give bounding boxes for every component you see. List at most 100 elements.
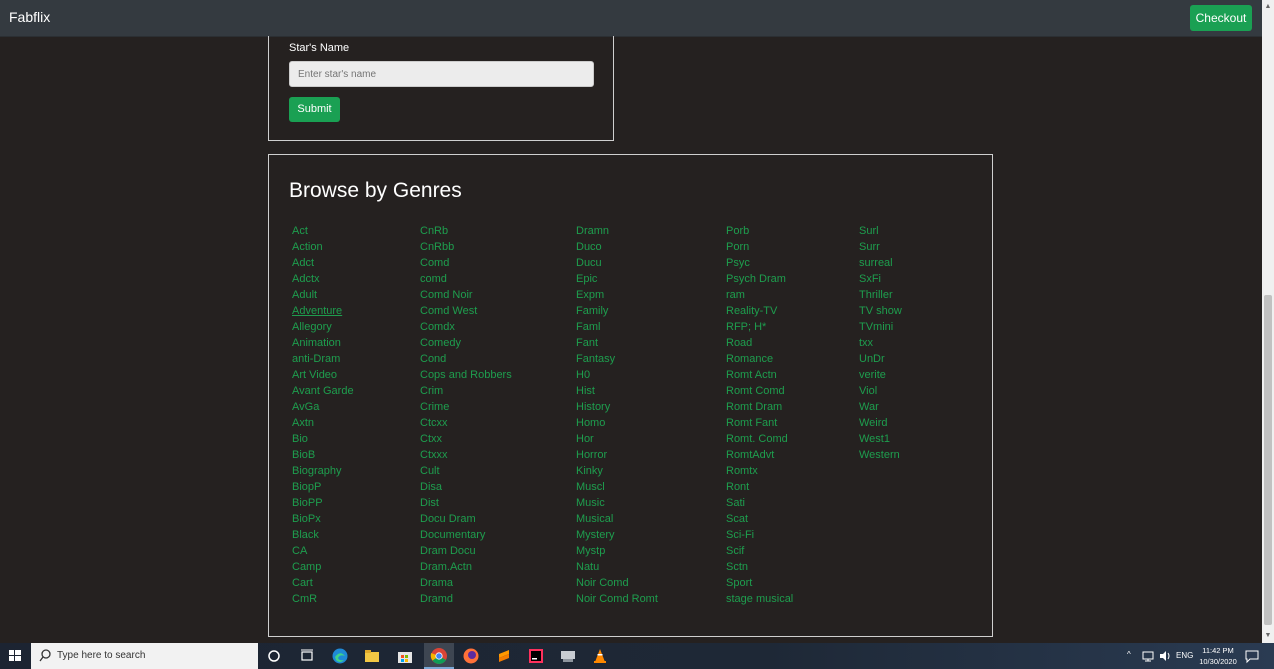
genre-link[interactable]: Adct [292, 255, 354, 271]
language-indicator[interactable]: ENG [1176, 651, 1193, 669]
genre-link[interactable]: Hist [576, 383, 658, 399]
edge-icon[interactable] [330, 646, 350, 666]
genre-link[interactable]: Noir Comd [576, 575, 658, 591]
genre-link[interactable]: BiopP [292, 479, 354, 495]
genre-link[interactable]: Ctcxx [420, 415, 512, 431]
volume-icon[interactable] [1157, 648, 1173, 664]
genre-link[interactable]: Mystery [576, 527, 658, 543]
genre-link[interactable]: Axtn [292, 415, 354, 431]
genre-link[interactable]: Sport [726, 575, 793, 591]
genre-link[interactable]: Comedy [420, 335, 512, 351]
genre-link[interactable]: Homo [576, 415, 658, 431]
genre-link[interactable]: Romt. Comd [726, 431, 793, 447]
genre-link[interactable]: Road [726, 335, 793, 351]
scroll-thumb[interactable] [1264, 295, 1272, 625]
genre-link[interactable]: Camp [292, 559, 354, 575]
genre-link[interactable]: Kinky [576, 463, 658, 479]
genre-link[interactable]: Thriller [859, 287, 902, 303]
genre-link[interactable]: CA [292, 543, 354, 559]
genre-link[interactable]: Dist [420, 495, 512, 511]
genre-link[interactable]: txx [859, 335, 902, 351]
genre-link[interactable]: Porn [726, 239, 793, 255]
genre-link[interactable]: Action [292, 239, 354, 255]
genre-link[interactable]: Avant Garde [292, 383, 354, 399]
genre-link[interactable]: Romt Actn [726, 367, 793, 383]
genre-link[interactable]: anti-Dram [292, 351, 354, 367]
genre-link[interactable]: Hor [576, 431, 658, 447]
genre-link[interactable]: Drama [420, 575, 512, 591]
tray-chevron-up-icon[interactable]: ^ [1127, 650, 1131, 669]
genre-link[interactable]: CnRbb [420, 239, 512, 255]
genre-link[interactable]: Surr [859, 239, 902, 255]
genre-link[interactable]: Adctx [292, 271, 354, 287]
genre-link[interactable]: BioPP [292, 495, 354, 511]
genre-link[interactable]: Musical [576, 511, 658, 527]
genre-link[interactable]: Animation [292, 335, 354, 351]
genre-link[interactable]: comd [420, 271, 512, 287]
genre-link[interactable]: Natu [576, 559, 658, 575]
checkout-button[interactable]: Checkout [1190, 5, 1252, 31]
genre-link[interactable]: Sci-Fi [726, 527, 793, 543]
cortana-icon[interactable] [264, 646, 284, 666]
genre-link[interactable]: Epic [576, 271, 658, 287]
genre-link[interactable]: Cops and Robbers [420, 367, 512, 383]
genre-link[interactable]: Viol [859, 383, 902, 399]
genre-link[interactable]: RomtAdvt [726, 447, 793, 463]
genre-link[interactable]: Romance [726, 351, 793, 367]
genre-link[interactable]: Horror [576, 447, 658, 463]
intellij-icon[interactable] [526, 646, 546, 666]
genre-link[interactable]: Ctxxx [420, 447, 512, 463]
file-explorer-icon[interactable] [362, 646, 382, 666]
genre-link[interactable]: Scif [726, 543, 793, 559]
genre-link[interactable]: Cult [420, 463, 512, 479]
genre-link[interactable]: BioB [292, 447, 354, 463]
genre-link[interactable]: Romt Comd [726, 383, 793, 399]
genre-link[interactable]: Comd [420, 255, 512, 271]
genre-link[interactable]: SxFi [859, 271, 902, 287]
genre-link[interactable]: Western [859, 447, 902, 463]
genre-link[interactable]: Bio [292, 431, 354, 447]
genre-link[interactable]: Psych Dram [726, 271, 793, 287]
genre-link[interactable]: Biography [292, 463, 354, 479]
genre-link[interactable]: Mystp [576, 543, 658, 559]
genre-link[interactable]: Ducu [576, 255, 658, 271]
genre-link[interactable]: Romt Dram [726, 399, 793, 415]
firefox-icon[interactable] [461, 646, 481, 666]
submit-button[interactable]: Submit [289, 97, 340, 122]
notification-center-icon[interactable] [1244, 648, 1260, 664]
genre-link[interactable]: Sctn [726, 559, 793, 575]
genre-link[interactable]: Romt Fant [726, 415, 793, 431]
genre-link[interactable]: Dram Docu [420, 543, 512, 559]
sublime-icon[interactable] [494, 646, 514, 666]
genre-link[interactable]: Art Video [292, 367, 354, 383]
star-name-input[interactable] [289, 61, 594, 87]
genre-link[interactable]: Dramn [576, 223, 658, 239]
chrome-icon[interactable] [429, 646, 449, 666]
genre-link[interactable]: Weird [859, 415, 902, 431]
genre-link[interactable]: BioPx [292, 511, 354, 527]
genre-link[interactable]: Romtx [726, 463, 793, 479]
genre-link[interactable]: Crime [420, 399, 512, 415]
genre-link[interactable]: CmR [292, 591, 354, 607]
genre-link[interactable]: TV show [859, 303, 902, 319]
genre-link[interactable]: Disa [420, 479, 512, 495]
genre-link[interactable]: Duco [576, 239, 658, 255]
network-icon[interactable] [1140, 648, 1156, 664]
genre-link[interactable]: Adult [292, 287, 354, 303]
genre-link[interactable]: UnDr [859, 351, 902, 367]
vlc-icon[interactable] [590, 646, 610, 666]
genre-link[interactable]: Documentary [420, 527, 512, 543]
store-icon[interactable] [395, 646, 415, 666]
genre-link[interactable]: Crim [420, 383, 512, 399]
genre-link[interactable]: Psyc [726, 255, 793, 271]
genre-link[interactable]: CnRb [420, 223, 512, 239]
genre-link[interactable]: Allegory [292, 319, 354, 335]
network-drive-icon[interactable] [558, 646, 578, 666]
genre-link[interactable]: Black [292, 527, 354, 543]
page-scrollbar[interactable]: ▲ ▼ [1262, 0, 1274, 643]
genre-link[interactable]: Dram.Actn [420, 559, 512, 575]
genre-link[interactable]: Docu Dram [420, 511, 512, 527]
genre-link[interactable]: West1 [859, 431, 902, 447]
genre-link[interactable]: Expm [576, 287, 658, 303]
taskbar-search-box[interactable]: Type here to search [31, 643, 258, 669]
